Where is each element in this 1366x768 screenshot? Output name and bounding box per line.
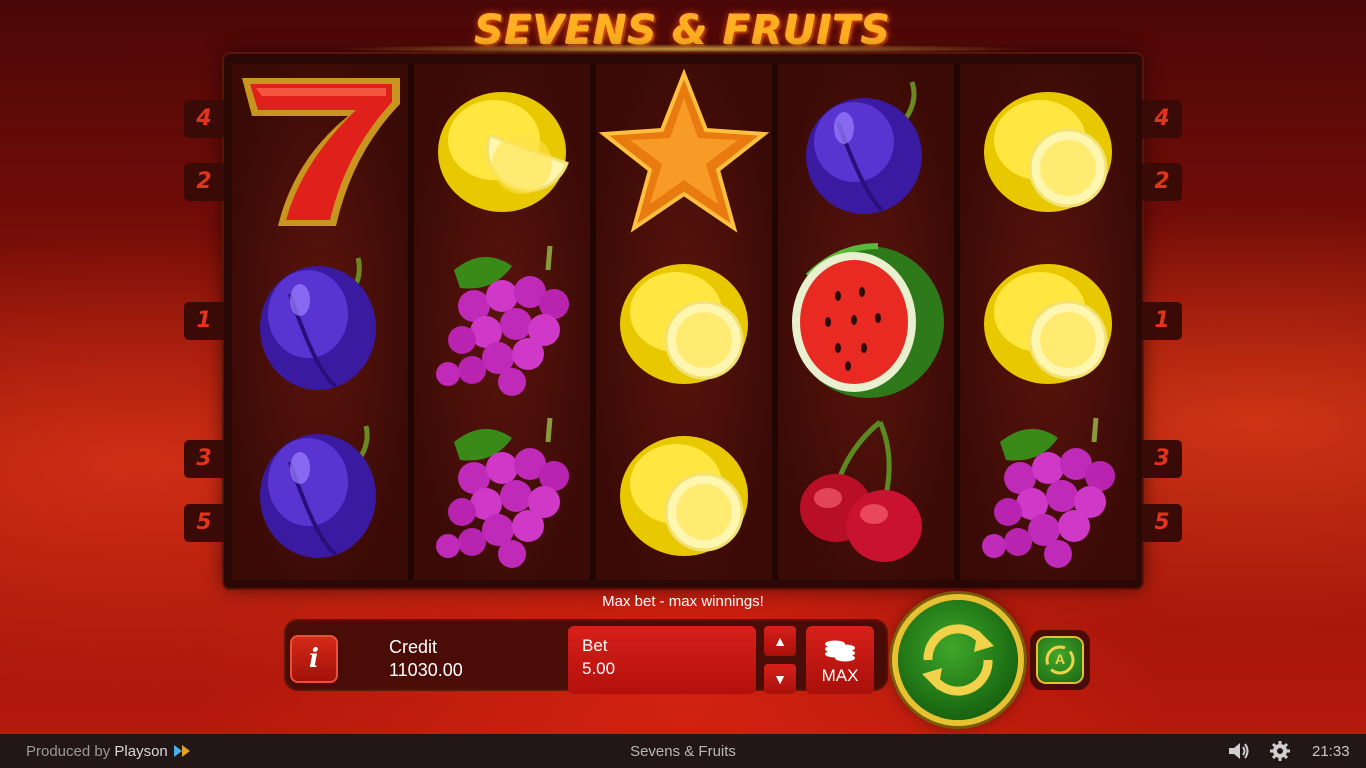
spin-arrows-icon	[922, 624, 994, 696]
star-symbol	[596, 64, 772, 236]
title-glow	[330, 44, 1036, 54]
grapes-symbol	[960, 408, 1136, 580]
payline-marker[interactable]: 5	[1142, 504, 1182, 542]
clock: 21:33	[1312, 743, 1350, 760]
payline-marker[interactable]: 3	[184, 440, 224, 478]
watermelon-symbol	[778, 236, 954, 408]
footer-game-title: Sevens & Fruits	[630, 743, 736, 760]
lemon-symbol	[596, 408, 772, 580]
plum-symbol	[232, 236, 408, 408]
payline-marker[interactable]: 1	[1142, 302, 1182, 340]
gear-icon[interactable]	[1269, 740, 1291, 762]
bet-decrease-button[interactable]: ▼	[764, 664, 796, 694]
lemon-symbol	[960, 64, 1136, 236]
credit-label: Credit	[389, 637, 438, 657]
max-bet-button[interactable]: MAX	[806, 626, 874, 694]
credit-value: 11030.00	[389, 660, 463, 680]
payline-marker[interactable]: 4	[184, 100, 224, 138]
lemon-symbol	[414, 64, 590, 236]
max-bet-label: MAX	[821, 666, 859, 685]
payline-marker[interactable]: 4	[1142, 100, 1182, 138]
footer-bar: Produced by Playson Sevens & Fruits 21:3…	[0, 734, 1366, 768]
payline-marker[interactable]: 1	[184, 302, 224, 340]
lemon-symbol	[596, 236, 772, 408]
bet-increase-button[interactable]: ▲	[764, 626, 796, 656]
grapes-symbol	[414, 408, 590, 580]
seven-symbol	[232, 64, 408, 236]
plum-symbol	[778, 64, 954, 236]
payline-marker[interactable]: 2	[1142, 163, 1182, 201]
autoplay-button[interactable]: A	[1038, 638, 1082, 682]
plum-symbol	[232, 408, 408, 580]
cherries-symbol	[778, 408, 954, 580]
payline-marker[interactable]: 3	[1142, 440, 1182, 478]
bet-value: 5.00	[582, 659, 616, 678]
spin-button[interactable]	[898, 600, 1018, 720]
payline-marker[interactable]: 2	[184, 163, 224, 201]
speaker-icon[interactable]	[1227, 741, 1251, 761]
bet-label: Bet	[582, 636, 608, 655]
autoplay-label: A	[1054, 651, 1066, 667]
status-message: Max bet - max winnings!	[602, 593, 764, 610]
lemon-symbol	[960, 236, 1136, 408]
grapes-symbol	[414, 236, 590, 408]
payline-marker[interactable]: 5	[184, 504, 224, 542]
info-button[interactable]: i	[290, 635, 338, 683]
coin-stack-icon	[825, 640, 855, 662]
